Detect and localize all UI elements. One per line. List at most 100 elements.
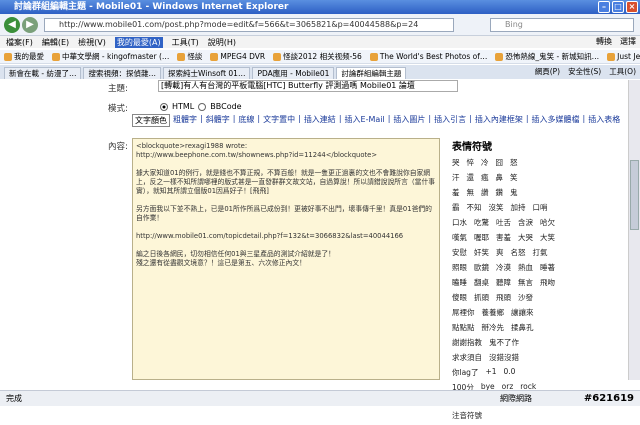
search-input[interactable]: Bing bbox=[490, 18, 634, 32]
tab-item[interactable]: PDA應用 - Mobile01 bbox=[252, 67, 335, 79]
emoticon-item[interactable]: 熱血 bbox=[518, 262, 533, 273]
emoticon-item[interactable]: 大笑 bbox=[540, 232, 555, 243]
emoticon-item[interactable]: 你lag了 bbox=[452, 367, 478, 378]
emoticon-item[interactable]: 吐舌 bbox=[496, 217, 511, 228]
insert-quote-button[interactable]: 插入引言 bbox=[434, 114, 466, 127]
scrollbar-thumb[interactable] bbox=[630, 160, 639, 230]
emoticon-item[interactable]: 鑽 bbox=[496, 187, 504, 198]
select-button[interactable]: 選擇 bbox=[620, 36, 636, 47]
text-color-select[interactable]: 文字顏色 bbox=[132, 114, 170, 127]
emoticon-item[interactable]: 汗 bbox=[452, 172, 460, 183]
back-icon[interactable]: ◀ bbox=[4, 17, 20, 33]
emoticon-item[interactable]: +1 bbox=[485, 367, 496, 378]
page-menu[interactable]: 網頁(P) bbox=[535, 66, 560, 77]
emoticon-item[interactable]: 屌裡你 bbox=[452, 307, 475, 318]
safety-menu[interactable]: 安全性(S) bbox=[568, 66, 601, 77]
emoticon-item[interactable]: 照眼 bbox=[452, 262, 467, 273]
italic-button[interactable]: 斜體字 bbox=[206, 114, 230, 127]
tab-active[interactable]: 討論群組編輯主題 bbox=[336, 67, 407, 79]
emoticon-item[interactable]: 名怒 bbox=[511, 247, 526, 258]
emoticon-item[interactable]: 霸 bbox=[452, 202, 460, 213]
emoticon-item[interactable]: 謝謝指教 bbox=[452, 337, 482, 348]
emoticon-item[interactable]: 歐鏡 bbox=[474, 262, 489, 273]
emoticon-item[interactable]: 無 bbox=[467, 187, 475, 198]
emoticon-item[interactable]: 安慰 bbox=[452, 247, 467, 258]
favorites-item[interactable]: 中華文學網 - kingofmaster (… bbox=[52, 51, 169, 62]
emoticon-item[interactable]: 飛吻 bbox=[540, 277, 555, 288]
insert-link-button[interactable]: 插入連結 bbox=[304, 114, 336, 127]
menu-help[interactable]: 說明(H) bbox=[208, 37, 236, 48]
emoticon-item[interactable]: 口水 bbox=[452, 217, 467, 228]
emoticon-item[interactable]: 含淚 bbox=[518, 217, 533, 228]
emoticon-item[interactable]: 笑 bbox=[510, 172, 518, 183]
emoticon-item[interactable]: 養養鄉 bbox=[482, 307, 505, 318]
emoticon-item[interactable]: 抓頭 bbox=[474, 292, 489, 303]
emoticon-item[interactable]: 0.0 bbox=[504, 367, 516, 378]
favorites-item[interactable]: MPEG4 DVR bbox=[210, 52, 265, 61]
menu-edit[interactable]: 編輯(E) bbox=[42, 37, 69, 48]
emoticon-item[interactable]: 還 bbox=[467, 172, 475, 183]
menu-file[interactable]: 檔案(F) bbox=[6, 37, 33, 48]
emoticon-item[interactable]: 羞 bbox=[452, 187, 460, 198]
emoticon-item[interactable]: 打氣 bbox=[533, 247, 548, 258]
emoticon-item[interactable]: 無言 bbox=[518, 277, 533, 288]
emoticon-item[interactable]: 嘆氣 bbox=[452, 232, 467, 243]
emoticon-item[interactable]: 揉鼻孔 bbox=[511, 322, 534, 333]
insert-frame-button[interactable]: 插入內建框架 bbox=[475, 114, 523, 127]
favorites-item[interactable]: The World's Best Photos of… bbox=[369, 52, 487, 61]
underline-button[interactable]: 底線 bbox=[238, 114, 254, 127]
insert-media-button[interactable]: 插入多媒體檔 bbox=[532, 114, 580, 127]
tab-item[interactable]: 探索純士Winsoft 01… bbox=[162, 67, 251, 79]
emoticon-item[interactable]: 囧 bbox=[496, 157, 504, 168]
emoticon-item[interactable]: 加持 bbox=[511, 202, 526, 213]
mode-bbcode-radio[interactable] bbox=[198, 102, 207, 111]
favorites-item[interactable]: 恐怖熱線_鬼笑 - 新城知訊… bbox=[495, 51, 599, 62]
emoticon-item[interactable]: 奸笑 bbox=[474, 247, 489, 258]
insert-table-button[interactable]: 插入表格 bbox=[588, 114, 620, 127]
emoticon-item[interactable]: 注音符號 bbox=[452, 410, 482, 421]
minimize-icon[interactable]: – bbox=[598, 1, 610, 13]
emoticon-item[interactable]: 瘋 bbox=[481, 172, 489, 183]
emoticon-item[interactable]: 沙發 bbox=[518, 292, 533, 303]
emoticon-item[interactable]: 鬼不了作 bbox=[489, 337, 519, 348]
emoticon-item[interactable]: 求求須自 bbox=[452, 352, 482, 363]
vertical-scrollbar[interactable] bbox=[628, 80, 640, 380]
emoticon-item[interactable]: 冷 bbox=[481, 157, 489, 168]
emoticon-item[interactable]: 聽障 bbox=[496, 277, 511, 288]
emoticon-item[interactable]: 掰冷先 bbox=[482, 322, 505, 333]
emoticon-item[interactable]: 口哨 bbox=[533, 202, 548, 213]
favorites-item[interactable]: 怪談 bbox=[177, 51, 202, 62]
emoticon-item[interactable]: 哭 bbox=[452, 157, 460, 168]
content-editor[interactable]: <blockquote>rexagi1988 wrote: http://www… bbox=[132, 138, 440, 380]
tab-item[interactable]: 搜索視頻：探偵雜… bbox=[83, 67, 161, 79]
emoticon-item[interactable]: 傻眼 bbox=[452, 292, 467, 303]
forward-icon[interactable]: ▶ bbox=[22, 17, 38, 33]
emoticon-item[interactable]: 瞌睡 bbox=[452, 277, 467, 288]
menu-view[interactable]: 檢視(V) bbox=[78, 37, 106, 48]
emoticon-item[interactable]: 害羞 bbox=[496, 232, 511, 243]
center-button[interactable]: 文字置中 bbox=[263, 114, 295, 127]
bold-button[interactable]: 粗體字 bbox=[173, 114, 197, 127]
emoticon-item[interactable]: 冷漠 bbox=[496, 262, 511, 273]
insert-image-button[interactable]: 插入圖片 bbox=[393, 114, 425, 127]
emoticon-item[interactable]: 讓讓來 bbox=[511, 307, 534, 318]
emoticon-item[interactable]: 吃驚 bbox=[474, 217, 489, 228]
close-icon[interactable]: × bbox=[626, 1, 638, 13]
tools-menu[interactable]: 工具(O) bbox=[609, 66, 636, 77]
maximize-icon[interactable]: □ bbox=[612, 1, 624, 13]
favorites-item[interactable]: 怪談2012 相关视频-56 bbox=[273, 51, 362, 62]
emoticon-item[interactable]: 鬼 bbox=[510, 187, 518, 198]
emoticon-item[interactable]: 沒錯沒錯 bbox=[489, 352, 519, 363]
emoticon-item[interactable]: 哈欠 bbox=[540, 217, 555, 228]
tab-item[interactable]: 新會在載 - 紡漫了… bbox=[4, 67, 82, 79]
url-input[interactable]: http://www.mobile01.com/post.php?mode=ed… bbox=[44, 18, 454, 32]
emoticon-item[interactable]: 沒笑 bbox=[489, 202, 504, 213]
emoticon-item[interactable]: 讚 bbox=[481, 187, 489, 198]
insert-email-button[interactable]: 插入E-Mail bbox=[345, 114, 385, 127]
emoticon-item[interactable]: 不知 bbox=[467, 202, 482, 213]
menu-tools[interactable]: 工具(T) bbox=[172, 37, 199, 48]
emoticon-item[interactable]: 翻桌 bbox=[474, 277, 489, 288]
emoticon-item[interactable]: 喔耶 bbox=[474, 232, 489, 243]
emoticon-item[interactable]: 怒 bbox=[510, 157, 518, 168]
emoticon-item[interactable]: 大哭 bbox=[518, 232, 533, 243]
